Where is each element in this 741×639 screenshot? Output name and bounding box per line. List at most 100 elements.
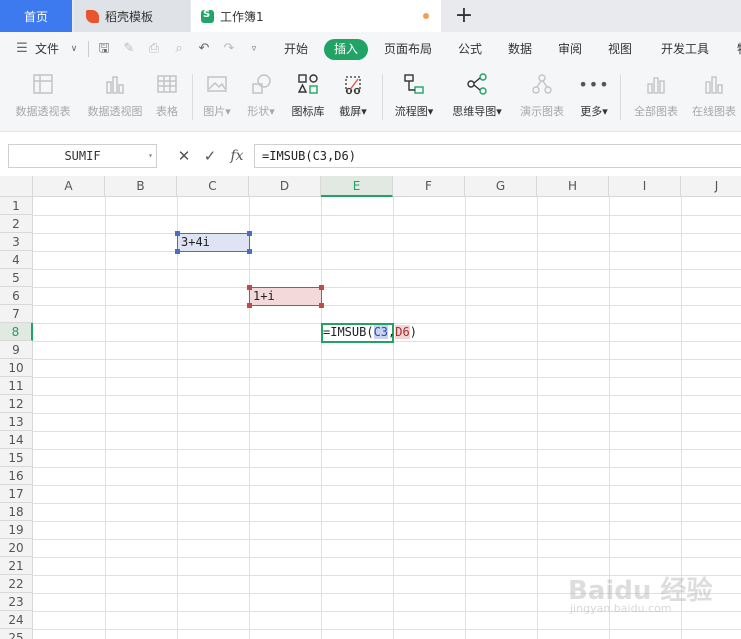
row-header[interactable]: 25 xyxy=(0,629,33,639)
ribbon-divider xyxy=(382,74,383,120)
tab-home[interactable]: 首页 xyxy=(0,0,72,32)
menu-view[interactable]: 视图 xyxy=(608,32,632,66)
online-chart-button[interactable]: 在线图表 xyxy=(688,70,740,126)
row-header[interactable]: 22 xyxy=(0,575,33,593)
row-header[interactable]: 5 xyxy=(0,269,33,287)
more-button[interactable]: ••• 更多▾ xyxy=(576,70,612,126)
row-header[interactable]: 14 xyxy=(0,431,33,449)
row-header[interactable]: 23 xyxy=(0,593,33,611)
column-header-g[interactable]: G xyxy=(465,176,537,197)
range-handle[interactable] xyxy=(247,285,252,290)
insert-function-icon[interactable]: fx xyxy=(228,146,246,166)
mindmap-label: 思维导图▾ xyxy=(452,105,502,118)
scissors-icon xyxy=(339,70,367,98)
menu-data[interactable]: 数据 xyxy=(508,32,532,66)
in-cell-formula-editor[interactable]: =IMSUB(C3,D6) xyxy=(323,324,417,341)
gridline xyxy=(33,467,741,468)
gridline xyxy=(33,251,741,252)
range-handle[interactable] xyxy=(247,303,252,308)
menu-review[interactable]: 审阅 xyxy=(558,32,582,66)
print-icon[interactable]: ⎙ xyxy=(146,41,162,57)
row-header[interactable]: 1 xyxy=(0,197,33,215)
range-handle[interactable] xyxy=(247,249,252,254)
cell-c3[interactable]: 3+4i xyxy=(177,233,250,252)
print-preview-icon[interactable]: ⌕ xyxy=(171,41,187,57)
flowchart-button[interactable]: 流程图▾ xyxy=(390,70,438,126)
row-header[interactable]: 16 xyxy=(0,467,33,485)
row-header[interactable]: 3 xyxy=(0,233,33,251)
tab-workbook[interactable]: 工作簿1 xyxy=(191,0,441,32)
format-painter-icon[interactable]: ✎ xyxy=(121,41,137,57)
row-header[interactable]: 9 xyxy=(0,341,33,359)
row-header[interactable]: 2 xyxy=(0,215,33,233)
menu-file[interactable]: 文件 xyxy=(35,32,59,66)
menu-developer[interactable]: 开发工具 xyxy=(661,32,709,66)
table-label: 表格 xyxy=(156,105,178,118)
column-header-b[interactable]: B xyxy=(105,176,177,197)
row-header[interactable]: 17 xyxy=(0,485,33,503)
column-header-d[interactable]: D xyxy=(249,176,321,197)
demo-chart-button[interactable]: 演示图表 xyxy=(514,70,570,126)
row-header[interactable]: 20 xyxy=(0,539,33,557)
icon-library-button[interactable]: 图标库 xyxy=(288,70,328,126)
undo-icon[interactable]: ↶ xyxy=(196,41,212,57)
row-header[interactable]: 21 xyxy=(0,557,33,575)
row-header[interactable]: 13 xyxy=(0,413,33,431)
new-tab-button[interactable]: + xyxy=(452,3,476,29)
select-all-corner[interactable] xyxy=(0,176,33,197)
row-header[interactable]: 7 xyxy=(0,305,33,323)
redo-icon[interactable]: ↷ xyxy=(221,41,237,57)
column-header-c[interactable]: C xyxy=(177,176,249,197)
gridline xyxy=(33,629,741,630)
menu-formulas[interactable]: 公式 xyxy=(458,32,482,66)
range-handle[interactable] xyxy=(247,231,252,236)
row-header[interactable]: 11 xyxy=(0,377,33,395)
column-header-j[interactable]: J xyxy=(681,176,741,197)
row-header[interactable]: 6 xyxy=(0,287,33,305)
formula-input[interactable]: =IMSUB(C3,D6) xyxy=(254,144,741,168)
range-handle[interactable] xyxy=(319,303,324,308)
tab-template[interactable]: 稻壳模板 xyxy=(74,0,190,32)
column-header-a[interactable]: A xyxy=(33,176,105,197)
row-header[interactable]: 15 xyxy=(0,449,33,467)
cancel-icon[interactable]: ✕ xyxy=(175,146,193,166)
menu-overflow[interactable]: 特 xyxy=(737,32,741,66)
hamburger-menu-icon[interactable]: ☰ xyxy=(14,41,30,57)
screenshot-button[interactable]: 截屏▾ xyxy=(334,70,372,126)
name-box[interactable]: SUMIF ▾ xyxy=(8,144,157,168)
row-header[interactable]: 12 xyxy=(0,395,33,413)
row-header[interactable]: 10 xyxy=(0,359,33,377)
row-header[interactable]: 24 xyxy=(0,611,33,629)
range-handle[interactable] xyxy=(319,285,324,290)
row-header[interactable]: 18 xyxy=(0,503,33,521)
picture-button[interactable]: 图片▾ xyxy=(198,70,236,126)
quick-access-dropdown-icon[interactable]: ▿ xyxy=(246,41,262,57)
range-handle[interactable] xyxy=(175,249,180,254)
row-header[interactable]: 19 xyxy=(0,521,33,539)
all-charts-button[interactable]: 全部图表 xyxy=(630,70,682,126)
row-header[interactable]: 4 xyxy=(0,251,33,269)
mindmap-button[interactable]: 思维导图▾ xyxy=(448,70,506,126)
confirm-icon[interactable]: ✓ xyxy=(201,146,219,166)
chevron-down-icon[interactable]: ∨ xyxy=(66,41,82,57)
cell-d6[interactable]: 1+i xyxy=(249,287,322,306)
row-header-active[interactable]: 8 xyxy=(0,323,33,341)
menu-start[interactable]: 开始 xyxy=(284,32,308,66)
menu-insert[interactable]: 插入 xyxy=(324,39,368,60)
chevron-down-icon[interactable]: ▾ xyxy=(148,145,153,167)
column-header-e[interactable]: E xyxy=(321,176,393,197)
gridline xyxy=(33,485,741,486)
gridline xyxy=(33,521,741,522)
formula-prefix: =IMSUB( xyxy=(323,325,374,339)
column-header-f[interactable]: F xyxy=(393,176,465,197)
save-icon[interactable]: 🖫 xyxy=(96,41,112,57)
pivot-table-button[interactable]: 数据透视表 xyxy=(12,70,74,126)
table-button[interactable]: 表格 xyxy=(150,70,184,126)
pivot-chart-button[interactable]: 数据透视图 xyxy=(84,70,146,126)
column-header-i[interactable]: I xyxy=(609,176,681,197)
menu-page-layout[interactable]: 页面布局 xyxy=(384,32,432,66)
column-header-h[interactable]: H xyxy=(537,176,609,197)
shape-button[interactable]: 形状▾ xyxy=(242,70,280,126)
range-handle[interactable] xyxy=(175,231,180,236)
gridline xyxy=(33,431,741,432)
